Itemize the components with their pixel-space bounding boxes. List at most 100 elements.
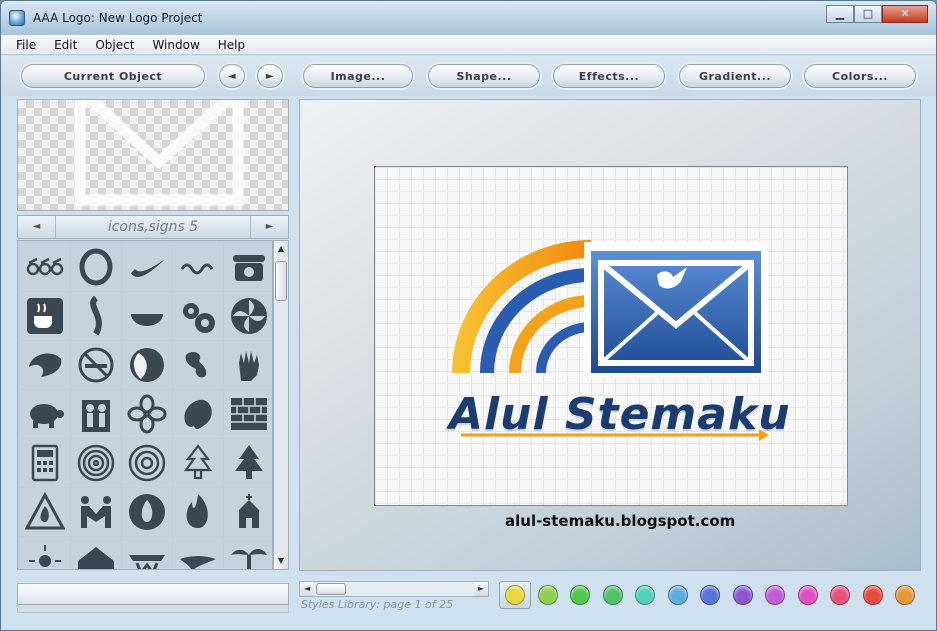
color-swatch-8[interactable] bbox=[759, 581, 791, 609]
logo-canvas[interactable]: Alul Stemaku bbox=[374, 166, 848, 506]
library-icon-coffee-cup[interactable] bbox=[20, 292, 70, 340]
library-icon-turtle[interactable] bbox=[20, 390, 70, 438]
gradient-button[interactable]: Gradient... bbox=[679, 64, 791, 88]
library-icon-wonder-logo[interactable] bbox=[122, 537, 172, 569]
library-icon-palm-tree[interactable] bbox=[224, 537, 272, 569]
color-swatch-10[interactable] bbox=[824, 581, 856, 609]
canvas-area: Alul Stemaku alul-stemaku.blogspot.com bbox=[299, 99, 921, 571]
color-swatch-9[interactable] bbox=[792, 581, 824, 609]
library-icon-fire-circle[interactable] bbox=[122, 488, 172, 536]
library-prev-button[interactable]: ◄ bbox=[18, 216, 56, 238]
menu-file[interactable]: File bbox=[16, 38, 36, 52]
library-icon-sun[interactable] bbox=[20, 537, 70, 569]
library-scrollbar[interactable]: ▲ ▼ bbox=[273, 240, 289, 570]
library-icon-people-chain[interactable] bbox=[20, 243, 70, 291]
library-icon-wave[interactable] bbox=[20, 341, 70, 389]
object-preview bbox=[17, 99, 289, 211]
menu-edit[interactable]: Edit bbox=[54, 38, 77, 52]
color-dot bbox=[732, 585, 753, 605]
color-swatch-3[interactable] bbox=[597, 581, 629, 609]
sun-icon bbox=[29, 545, 61, 567]
window-title: AAA Logo: New Logo Project bbox=[33, 11, 203, 25]
library-icon-house[interactable] bbox=[71, 537, 121, 569]
color-dot bbox=[602, 585, 623, 605]
color-dot bbox=[537, 585, 558, 605]
image-button[interactable]: Image... bbox=[303, 64, 413, 88]
library-icon-pine-tree[interactable] bbox=[224, 439, 272, 487]
library-next-button[interactable]: ► bbox=[250, 216, 288, 238]
swoosh-icon bbox=[131, 259, 165, 277]
maximize-button[interactable]: □ bbox=[854, 5, 882, 23]
library-icon-hand[interactable] bbox=[224, 341, 272, 389]
library-icon-wing[interactable] bbox=[173, 537, 223, 569]
fire-circle-icon bbox=[129, 494, 165, 530]
library-icon-moon-globe[interactable] bbox=[122, 341, 172, 389]
shape-button[interactable]: Shape... bbox=[428, 64, 540, 88]
scroll-right-arrow-icon[interactable]: ► bbox=[474, 582, 488, 596]
color-swatch-0[interactable] bbox=[499, 581, 531, 609]
app-window: AAA Logo: New Logo Project ▁ □ ✕ File Ed… bbox=[0, 0, 937, 631]
effects-button[interactable]: Effects... bbox=[553, 64, 665, 88]
library-icon-s-curve[interactable] bbox=[71, 292, 121, 340]
library-icon-family[interactable] bbox=[71, 390, 121, 438]
library-icon-church[interactable] bbox=[224, 488, 272, 536]
scroll-up-arrow-icon[interactable]: ▲ bbox=[274, 241, 288, 257]
color-swatch-6[interactable] bbox=[694, 581, 726, 609]
library-icon-spiral[interactable] bbox=[71, 439, 121, 487]
calculator-icon bbox=[31, 444, 59, 482]
color-dot bbox=[700, 585, 720, 605]
christmas-tree-icon bbox=[183, 444, 213, 480]
color-swatch-1[interactable] bbox=[532, 581, 564, 609]
bowl-icon bbox=[131, 314, 163, 326]
scroll-left-arrow-icon[interactable]: ◄ bbox=[300, 582, 314, 596]
library-icon-earth[interactable] bbox=[173, 341, 223, 389]
styles-scroll-thumb[interactable] bbox=[316, 583, 346, 595]
library-icon-brick-wall[interactable] bbox=[224, 390, 272, 438]
logo-brand-text: Alul Stemaku bbox=[449, 389, 791, 440]
property-field[interactable] bbox=[17, 583, 289, 605]
property-field-secondary[interactable] bbox=[17, 605, 289, 613]
library-icon-ring-swirl[interactable] bbox=[71, 243, 121, 291]
library-icon-pinwheel[interactable] bbox=[224, 292, 272, 340]
scroll-down-arrow-icon[interactable]: ▼ bbox=[274, 553, 288, 569]
color-swatch-4[interactable] bbox=[629, 581, 661, 609]
color-swatch-2[interactable] bbox=[564, 581, 596, 609]
prev-object-button[interactable]: ◄ bbox=[219, 64, 245, 88]
close-button[interactable]: ✕ bbox=[882, 5, 928, 23]
color-swatch-11[interactable] bbox=[857, 581, 889, 609]
next-object-button[interactable]: ► bbox=[257, 64, 283, 88]
styles-scrollbar[interactable]: ◄ ► bbox=[299, 581, 489, 597]
library-icon-squiggle[interactable] bbox=[173, 243, 223, 291]
library-icon-flower[interactable] bbox=[122, 390, 172, 438]
color-swatch-12[interactable] bbox=[889, 581, 921, 609]
minimize-button[interactable]: ▁ bbox=[826, 5, 854, 23]
library-icon-handshake[interactable] bbox=[71, 488, 121, 536]
colors-button[interactable]: Colors... bbox=[804, 64, 916, 88]
color-swatch-5[interactable] bbox=[662, 581, 694, 609]
moon-globe-icon bbox=[130, 348, 164, 382]
current-object-button[interactable]: Current Object bbox=[21, 64, 205, 88]
ring-swirl-icon bbox=[79, 248, 113, 286]
menu-object[interactable]: Object bbox=[95, 38, 134, 52]
library-icon-swoosh[interactable] bbox=[122, 243, 172, 291]
library-icon-concentric-spiral[interactable] bbox=[122, 439, 172, 487]
library-icon-warning-fire[interactable] bbox=[20, 488, 70, 536]
library-icon-bowl[interactable] bbox=[122, 292, 172, 340]
color-swatch-7[interactable] bbox=[727, 581, 759, 609]
library-icon-gears[interactable] bbox=[173, 292, 223, 340]
library-icon-no-smoking[interactable] bbox=[71, 341, 121, 389]
library-icon-tree-blob[interactable] bbox=[173, 390, 223, 438]
library-title: icons,signs 5 bbox=[107, 219, 199, 235]
menu-window[interactable]: Window bbox=[152, 38, 199, 52]
library-icon-flame[interactable] bbox=[173, 488, 223, 536]
toolbar: Current Object ◄ ► Image... Shape... Eff… bbox=[1, 56, 936, 96]
menu-help[interactable]: Help bbox=[218, 38, 245, 52]
styles-library-status: Styles Library: page 1 of 25 bbox=[301, 598, 454, 611]
color-dot bbox=[667, 585, 688, 605]
house-icon bbox=[78, 547, 114, 569]
library-icon-calculator[interactable] bbox=[20, 439, 70, 487]
icon-library-grid bbox=[17, 240, 273, 570]
library-icon-christmas-tree[interactable] bbox=[173, 439, 223, 487]
library-scroll-thumb[interactable] bbox=[275, 261, 287, 301]
library-icon-telephone[interactable] bbox=[224, 243, 272, 291]
